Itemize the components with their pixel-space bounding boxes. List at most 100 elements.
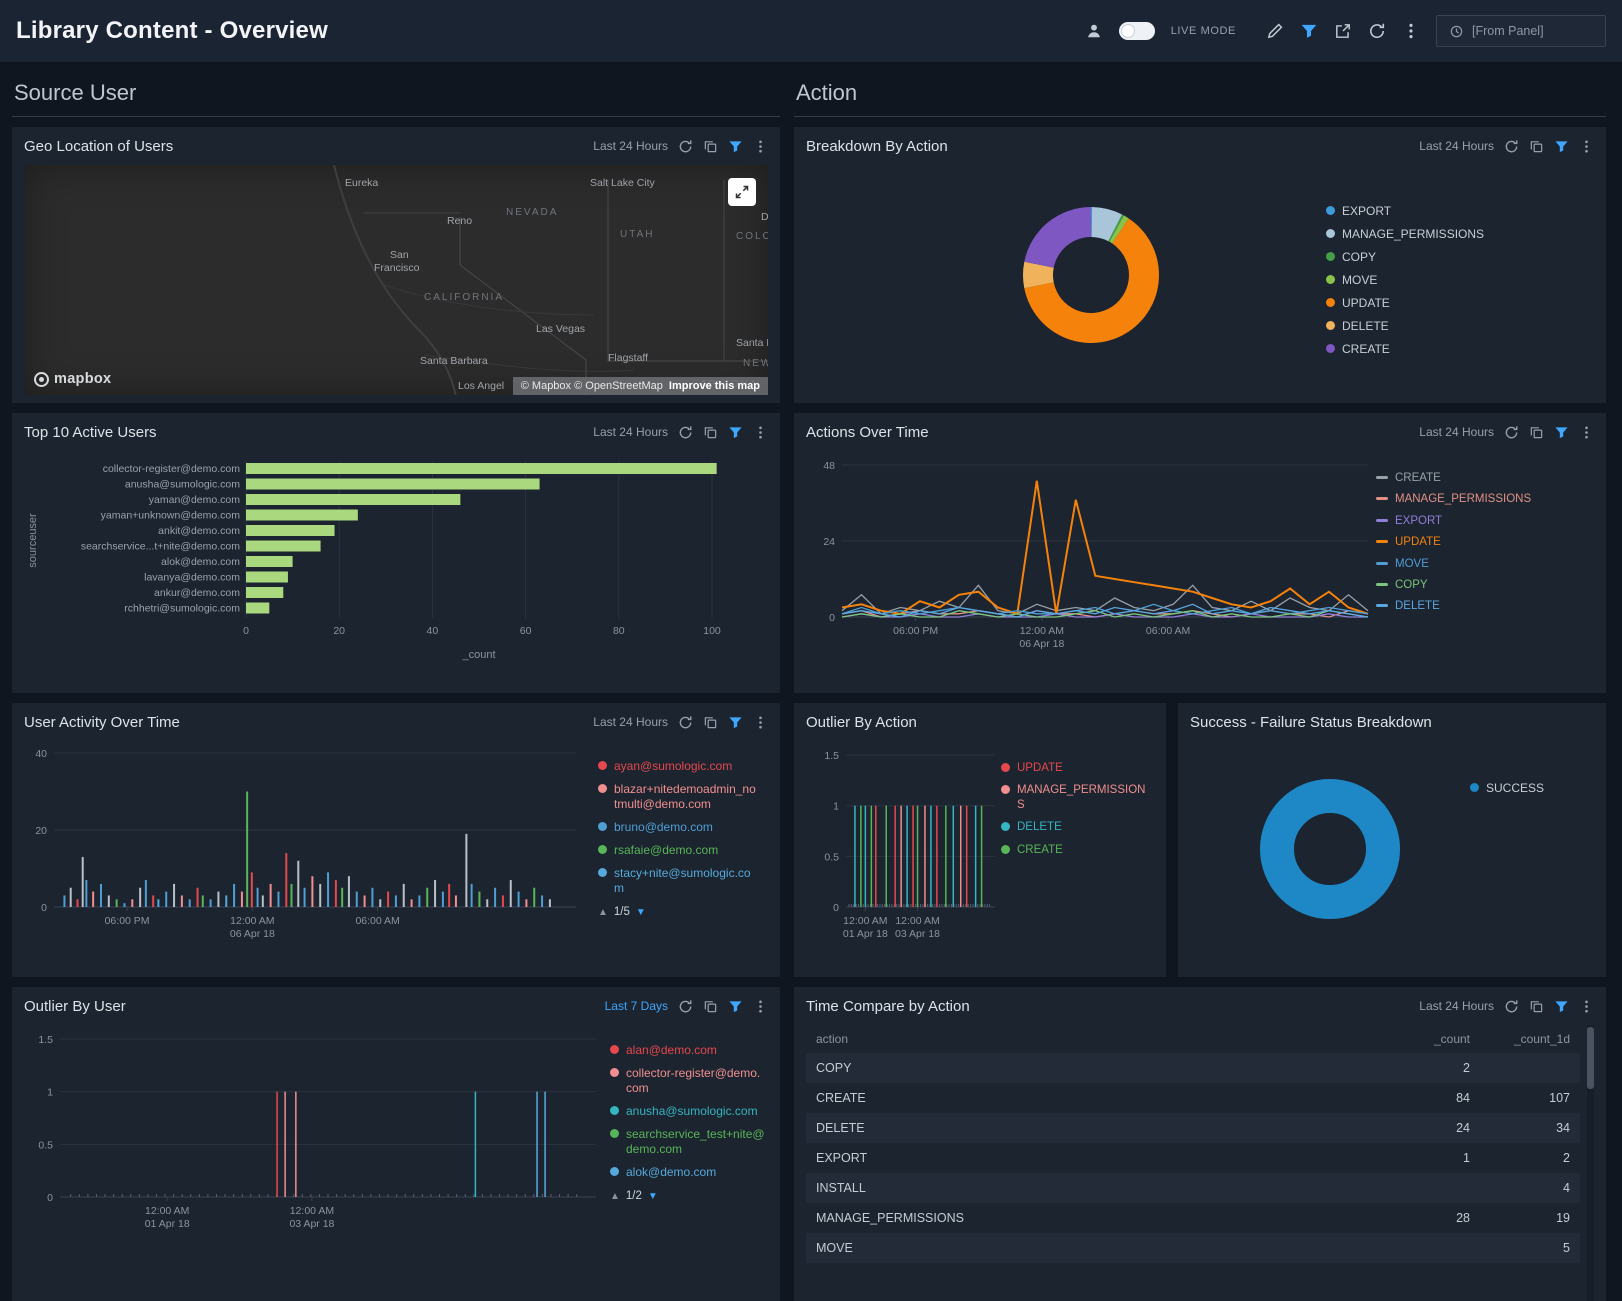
column-header[interactable]: action [806, 1025, 1380, 1053]
legend-item[interactable]: CREATE [1376, 471, 1546, 485]
table-row[interactable]: COPY2 [806, 1053, 1580, 1083]
page-down-icon[interactable]: ▼ [636, 907, 646, 918]
table-row[interactable]: INSTALL4 [806, 1173, 1580, 1203]
legend-item[interactable]: CREATE [1001, 843, 1151, 857]
user-activity-chart[interactable]: 0204006:00 PM12:00 AM06 Apr 1806:00 AM [24, 741, 584, 953]
legend-item[interactable]: UPDATE [1376, 535, 1546, 549]
refresh-icon[interactable] [1504, 425, 1519, 440]
live-mode-toggle[interactable] [1119, 22, 1155, 40]
copy-icon[interactable] [1529, 425, 1544, 440]
legend-item[interactable]: EXPORT [1326, 204, 1546, 219]
table-row[interactable]: CREATE84107 [806, 1083, 1580, 1113]
time-range-label[interactable]: Last 24 Hours [1419, 425, 1494, 439]
filter-icon[interactable] [728, 999, 743, 1014]
legend-item[interactable]: alan@demo.com [610, 1043, 766, 1058]
legend-item[interactable]: MANAGE_PERMISSIONS [1001, 783, 1151, 812]
time-range-label[interactable]: Last 24 Hours [593, 715, 668, 729]
kebab-icon[interactable] [753, 715, 768, 730]
scrollbar-thumb[interactable] [1587, 1027, 1594, 1089]
refresh-icon[interactable] [678, 425, 693, 440]
legend-item[interactable]: MANAGE_PERMISSIONS [1326, 227, 1546, 242]
time-range-label[interactable]: Last 7 Days [605, 999, 668, 1013]
legend-item[interactable]: DELETE [1001, 820, 1151, 834]
legend-item[interactable]: COPY [1326, 250, 1546, 265]
legend-item[interactable]: blazar+nitedemoadmin_notmulti@demo.com [598, 782, 758, 812]
table-scrollbar[interactable] [1587, 1025, 1594, 1301]
filter-icon[interactable] [728, 139, 743, 154]
legend-item[interactable]: CREATE [1326, 342, 1546, 357]
legend-item[interactable]: bruno@demo.com [598, 820, 758, 835]
legend-item[interactable]: searchservice_test+nite@demo.com [610, 1127, 766, 1157]
kebab-icon[interactable] [753, 139, 768, 154]
copy-icon[interactable] [703, 715, 718, 730]
copy-icon[interactable] [1529, 999, 1544, 1014]
expand-map-button[interactable] [728, 178, 756, 206]
copy-icon[interactable] [703, 139, 718, 154]
legend-item[interactable]: stacy+nite@sumologic.com [598, 866, 758, 896]
table-row[interactable]: MANAGE_PERMISSIONS2819 [806, 1203, 1580, 1233]
legend-item[interactable]: MANAGE_PERMISSIONS [1376, 492, 1546, 506]
svg-text:12:00 AM: 12:00 AM [843, 915, 887, 927]
more-menu-icon[interactable] [1402, 22, 1420, 40]
filter-icon[interactable] [1300, 22, 1318, 40]
kebab-icon[interactable] [753, 425, 768, 440]
outlier-by-action-chart[interactable]: 00.511.512:00 AM01 Apr 1812:00 AM03 Apr … [806, 741, 1001, 953]
time-range-selector[interactable]: [From Panel] [1436, 15, 1606, 47]
kebab-icon[interactable] [1579, 139, 1594, 154]
success-donut-chart[interactable] [1190, 741, 1470, 967]
page-up-icon[interactable]: ▲ [598, 907, 608, 918]
column-header[interactable]: _count_1d [1480, 1025, 1580, 1053]
legend-item[interactable]: ayan@sumologic.com [598, 759, 758, 774]
kebab-icon[interactable] [1579, 999, 1594, 1014]
refresh-icon[interactable] [678, 139, 693, 154]
legend-item[interactable]: COPY [1376, 578, 1546, 592]
filter-icon[interactable] [728, 715, 743, 730]
kebab-icon[interactable] [753, 999, 768, 1014]
refresh-icon[interactable] [678, 999, 693, 1014]
breakdown-donut-chart[interactable] [806, 167, 1326, 393]
legend-item[interactable]: UPDATE [1001, 761, 1151, 775]
table-row[interactable]: DELETE2434 [806, 1113, 1580, 1143]
legend-item[interactable]: MOVE [1376, 557, 1546, 571]
copy-icon[interactable] [1529, 139, 1544, 154]
table-row[interactable]: MOVE5 [806, 1233, 1580, 1263]
legend-item[interactable]: anusha@sumologic.com [610, 1104, 766, 1119]
legend-item[interactable]: alok@demo.com [610, 1165, 766, 1180]
legend-item[interactable]: UPDATE [1326, 296, 1546, 311]
actions-over-time-chart[interactable]: 0244806:00 PM12:00 AM06 Apr 1806:00 AM [806, 451, 1376, 663]
mapbox-logo[interactable]: mapbox [34, 371, 111, 387]
filter-icon[interactable] [1554, 139, 1569, 154]
filter-icon[interactable] [728, 425, 743, 440]
filter-icon[interactable] [1554, 999, 1569, 1014]
improve-map-link[interactable]: Improve this map [669, 380, 760, 392]
copy-icon[interactable] [703, 999, 718, 1014]
legend-item[interactable]: EXPORT [1376, 514, 1546, 528]
outlier-by-user-chart[interactable]: 00.511.512:00 AM01 Apr 1812:00 AM03 Apr … [24, 1025, 604, 1243]
edit-icon[interactable] [1266, 22, 1284, 40]
refresh-icon[interactable] [1504, 139, 1519, 154]
refresh-icon[interactable] [1368, 22, 1386, 40]
legend-item[interactable]: MOVE [1326, 273, 1546, 288]
map-canvas[interactable]: EurekaSalt Lake CityRenoNEVADAUTAHDSanFr… [24, 165, 768, 395]
kebab-icon[interactable] [1579, 425, 1594, 440]
filter-icon[interactable] [1554, 425, 1569, 440]
refresh-icon[interactable] [678, 715, 693, 730]
top10-bar-chart[interactable]: 020406080100collector-register@demo.coma… [24, 451, 768, 685]
legend-item[interactable]: DELETE [1376, 599, 1546, 613]
legend-item[interactable]: DELETE [1326, 319, 1546, 334]
legend-item[interactable]: rsafaie@demo.com [598, 843, 758, 858]
page-down-icon[interactable]: ▼ [648, 1191, 658, 1202]
legend-item[interactable]: collector-register@demo.com [610, 1066, 766, 1096]
time-range-label[interactable]: Last 24 Hours [1419, 139, 1494, 153]
share-icon[interactable] [1334, 22, 1352, 40]
copy-icon[interactable] [703, 425, 718, 440]
time-range-label[interactable]: Last 24 Hours [593, 139, 668, 153]
legend-item[interactable]: SUCCESS [1470, 781, 1544, 796]
page-up-icon[interactable]: ▲ [610, 1191, 620, 1202]
time-range-label[interactable]: Last 24 Hours [1419, 999, 1494, 1013]
user-icon[interactable] [1085, 22, 1103, 40]
refresh-icon[interactable] [1504, 999, 1519, 1014]
table-row[interactable]: EXPORT12 [806, 1143, 1580, 1173]
time-range-label[interactable]: Last 24 Hours [593, 425, 668, 439]
column-header[interactable]: _count [1380, 1025, 1480, 1053]
